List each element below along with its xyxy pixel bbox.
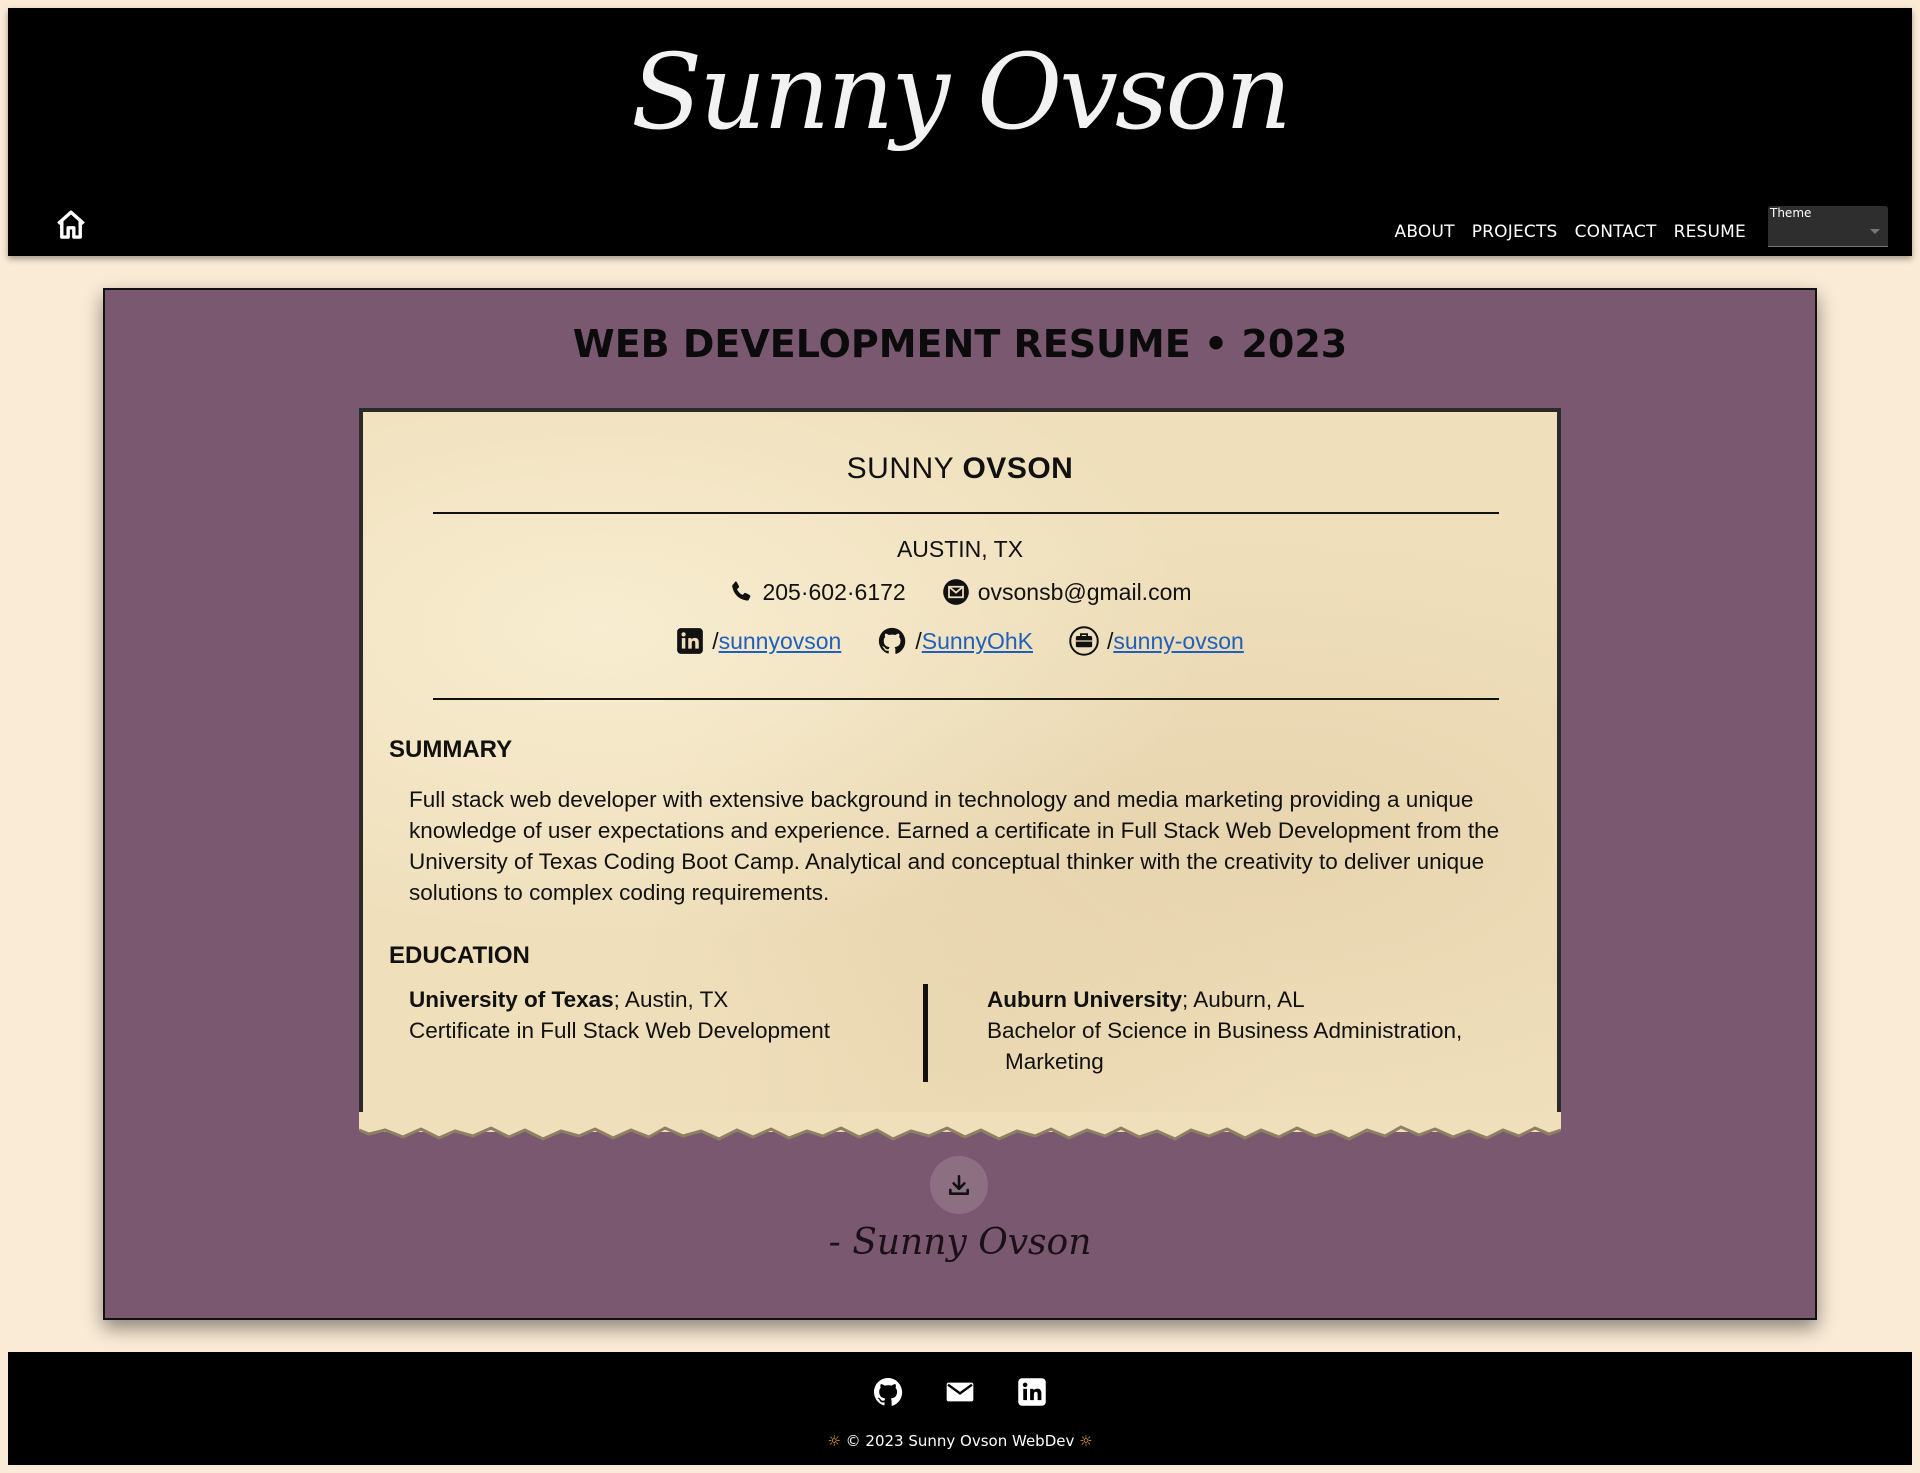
education-item: University of Texas; Austin, TX Certific… (409, 984, 909, 1046)
portfolio-contact: /sunny-ovson (1069, 626, 1244, 656)
site-footer: ☼ © 2023 Sunny Ovson WebDev ☼ (8, 1352, 1912, 1465)
linkedin-icon (1018, 1378, 1046, 1406)
email-contact: ovsonsb@gmail.com (942, 578, 1192, 606)
github-contact: /SunnyOhK (877, 626, 1033, 656)
theme-label: Theme (1770, 206, 1812, 220)
github-icon (874, 1378, 903, 1406)
divider (433, 512, 1499, 514)
degree: Certificate in Full Stack Web Developmen… (409, 1018, 831, 1043)
github-icon (879, 627, 906, 654)
email-icon (942, 579, 969, 605)
copyright: ☼ © 2023 Sunny Ovson WebDev ☼ (8, 1432, 1912, 1450)
home-icon (57, 210, 85, 239)
school-name: Auburn University (987, 987, 1183, 1012)
phone-number: 205·602·6172 (762, 578, 906, 605)
linkedin-contact: /sunnyovson (676, 627, 841, 655)
links-row: /sunnyovson /SunnyOhK /sunny-ovson (363, 626, 1557, 656)
education-heading: EDUCATION (389, 942, 530, 969)
phone-icon (732, 581, 751, 601)
github-link[interactable]: SunnyOhK (922, 628, 1033, 654)
summary-heading: SUMMARY (389, 736, 513, 763)
contact-row: 205·602·6172 ovsonsb@gmail.com (363, 578, 1557, 606)
site-header: Sunny Ovson ABOUT PROJECTS CONTACT RESUM… (8, 8, 1912, 256)
email-address: ovsonsb@gmail.com (977, 578, 1192, 605)
resume-name: SUNNY OVSON (363, 452, 1557, 486)
resume-location: AUSTIN, TX (896, 536, 1024, 562)
signature: - Sunny Ovson (828, 1222, 1092, 1263)
linkedin-link[interactable]: sunnyovson (719, 628, 842, 654)
theme-select[interactable]: Theme (1768, 206, 1888, 247)
linkedin-icon (677, 628, 704, 654)
resume-first-name: SUNNY (846, 452, 963, 485)
mail-icon (946, 1382, 974, 1402)
page-title: WEB DEVELOPMENT RESUME • 2023 (572, 322, 1348, 366)
download-icon (949, 1175, 969, 1195)
school-name: University of Texas (409, 987, 614, 1012)
degree-continued: Marketing (1005, 1049, 1104, 1074)
degree: Bachelor of Science in Business Administ… (987, 1018, 1463, 1043)
torn-paper-edge (359, 1112, 1561, 1141)
copyright-text: © 2023 Sunny Ovson WebDev (845, 1432, 1075, 1450)
footer-linkedin-link[interactable] (1016, 1376, 1048, 1408)
nav-resume[interactable]: RESUME (1674, 222, 1746, 242)
nav-about[interactable]: ABOUT (1395, 222, 1455, 242)
social-links (8, 1376, 1912, 1408)
briefcase-icon (1069, 626, 1099, 656)
sun-icon: ☼ (1079, 1432, 1093, 1450)
summary-text: Full stack web developer with extensive … (409, 787, 1500, 905)
phone-contact: 205·602·6172 (728, 578, 906, 606)
footer-github-link[interactable] (872, 1376, 904, 1408)
chevron-down-icon (1870, 229, 1880, 234)
sun-icon: ☼ (827, 1432, 841, 1450)
portfolio-link[interactable]: sunny-ovson (1113, 628, 1243, 654)
school-place: ; Austin, TX (613, 987, 729, 1012)
education-item: Auburn University; Auburn, AL Bachelor o… (987, 984, 1527, 1077)
resume-paper: SUNNY OVSON AUSTIN, TX 205·602·6172 ovso… (359, 408, 1561, 1132)
nav-projects[interactable]: PROJECTS (1472, 222, 1558, 242)
education-divider (923, 984, 928, 1082)
nav-contact[interactable]: CONTACT (1575, 222, 1657, 242)
main-nav: ABOUT PROJECTS CONTACT RESUME (1395, 222, 1747, 242)
download-button[interactable] (930, 1156, 988, 1214)
footer-email-link[interactable] (944, 1376, 976, 1408)
resume-last-name: OVSON (962, 452, 1074, 485)
school-place: ; Auburn, AL (1182, 987, 1305, 1012)
home-button[interactable] (46, 200, 96, 250)
brand-title: Sunny Ovson (631, 31, 1292, 153)
divider (433, 698, 1499, 700)
